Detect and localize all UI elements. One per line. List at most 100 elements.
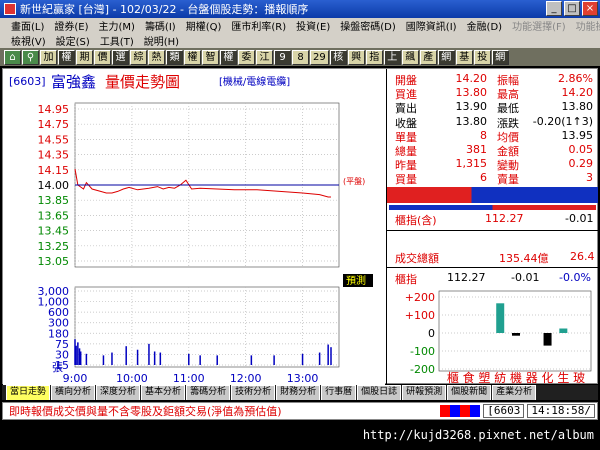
- tab[interactable]: 深度分析: [96, 385, 141, 400]
- sector-tick-label: +100: [405, 309, 435, 322]
- forecast-button[interactable]: 預測: [346, 274, 366, 287]
- toolbar-button[interactable]: 熱: [148, 49, 165, 65]
- quote-row: 單量 8 均價 13.95: [387, 129, 597, 144]
- stock-code-box[interactable]: [6603: [483, 404, 525, 418]
- tab[interactable]: 橫向分析: [51, 385, 96, 400]
- turnover-value: 135.44億: [499, 252, 549, 265]
- tab[interactable]: 個股新聞: [447, 385, 492, 400]
- toolbar-button[interactable]: 9: [274, 49, 291, 65]
- menu-item[interactable]: 設定(S): [51, 33, 95, 48]
- toolbar-button[interactable]: 核: [329, 49, 347, 65]
- quote-label: 買量: [395, 173, 417, 187]
- quote-value: 13.90: [455, 100, 488, 114]
- price-volume-chart: [6603] 富強鑫 量價走勢圖 [機械/電線電纜] 14.95 14.75 14.…: [3, 69, 385, 385]
- industry-tag: [機械/電線電纜]: [219, 75, 290, 88]
- menu-item[interactable]: 期權(Q): [181, 18, 227, 33]
- time-tick-label: 9:00: [63, 372, 88, 385]
- sector-bar: [512, 333, 520, 336]
- toolbar-button[interactable]: 飆: [401, 49, 419, 65]
- toolbar-button[interactable]: 權: [184, 49, 201, 65]
- reference-label: (平盤): [343, 176, 365, 186]
- quote-row: 買進 13.80 最高 14.20: [387, 86, 597, 101]
- time-tick-label: 12:00: [230, 372, 262, 385]
- close-button[interactable]: ×: [582, 1, 598, 16]
- toolbar-button[interactable]: 投: [473, 49, 491, 65]
- toolbar: ⌂ ⚲ 加權期價選綜熱類權智權委江 9 8 29 核興指上飆產網基投網: [0, 48, 600, 66]
- toolbar-button[interactable]: 選: [112, 49, 129, 65]
- menu-item[interactable]: 匯市利率(R): [226, 18, 291, 33]
- tab[interactable]: 產業分析: [492, 385, 537, 400]
- sector-label: 化: [542, 371, 554, 385]
- price-tick-label: 14.55: [38, 133, 70, 146]
- menu-item[interactable]: 證券(E): [49, 18, 93, 33]
- quote-row: 收盤 13.80 漲跌 -0.20(1↑3): [387, 115, 597, 130]
- quote-row: 昨量 1,315 變動 0.29: [387, 157, 597, 172]
- price-tick-label: 13.65: [38, 209, 70, 222]
- sector-bar: [543, 333, 552, 346]
- toolbar-button[interactable]: 江: [256, 49, 273, 65]
- quote-value: 13.80: [455, 86, 488, 100]
- toolbar-button[interactable]: 興: [347, 49, 365, 65]
- menu-row-2: 檢視(V) 設定(S) 工具(T) 說明(H): [0, 33, 600, 48]
- menu-item[interactable]: 投資(E): [291, 18, 335, 33]
- toolbar-button[interactable]: 上: [383, 49, 401, 65]
- quote-label: 賣量: [497, 173, 519, 187]
- menu-item[interactable]: 金融(D): [462, 18, 508, 33]
- stock-name: 富強鑫: [51, 73, 96, 91]
- toolbar-button[interactable]: 產: [419, 49, 437, 65]
- toolbar-button[interactable]: 期: [76, 49, 93, 65]
- menu-item[interactable]: 說明(H): [139, 33, 184, 48]
- index-value: 112.27: [485, 212, 524, 225]
- menu-item[interactable]: 工具(T): [95, 33, 139, 48]
- toolbar-button[interactable]: 綜: [130, 49, 147, 65]
- toolbar-button[interactable]: 指: [365, 49, 383, 65]
- maximize-button[interactable]: □: [564, 1, 580, 16]
- tab[interactable]: 技術分析: [231, 385, 276, 400]
- quote-value: 1,315: [455, 157, 488, 171]
- bid-ask-ratio-bar: [389, 205, 596, 210]
- menu-item[interactable]: 主力(M): [94, 18, 140, 33]
- toolbar-button[interactable]: 基: [455, 49, 473, 65]
- tab[interactable]: 個股日誌: [357, 385, 402, 400]
- index-label: 櫃指(含): [395, 214, 437, 227]
- time-tick-label: 13:00: [287, 372, 319, 385]
- menu-row-1: 畫面(L) 證券(E) 主力(M) 籌碼(I) 期權(Q) 匯市利率(R) 投資(E) 操盤密…: [0, 18, 600, 33]
- menu-item[interactable]: 檢視(V): [6, 33, 51, 48]
- price-tick-label: 14.15: [38, 164, 70, 177]
- divider: [387, 230, 598, 231]
- tab[interactable]: 研報預測: [402, 385, 447, 400]
- tab[interactable]: 當日走勢: [6, 385, 51, 400]
- toolbar-button[interactable]: 29: [310, 49, 329, 65]
- home-icon[interactable]: ⌂: [4, 49, 21, 65]
- toolbar-button[interactable]: 智: [202, 49, 219, 65]
- menu-item[interactable]: 功能操作(J): [571, 18, 600, 33]
- toolbar-button[interactable]: 網: [491, 49, 509, 65]
- menu-item[interactable]: 操盤密碼(D): [335, 18, 401, 33]
- toolbar-button[interactable]: 委: [238, 49, 255, 65]
- divider: [387, 267, 598, 268]
- menu-item[interactable]: 籌碼(I): [140, 18, 181, 33]
- toolbar-button[interactable]: 加: [40, 49, 57, 65]
- price-tick-label: 13.05: [38, 255, 70, 268]
- menu-item[interactable]: 畫面(L): [6, 18, 49, 33]
- toolbar-button[interactable]: 網: [437, 49, 455, 65]
- tab[interactable]: 籌碼分析: [186, 385, 231, 400]
- status-right: [6603 14:18:58/: [440, 404, 595, 418]
- quote-value: 14.20: [455, 72, 488, 85]
- toolbar-button[interactable]: 8: [292, 49, 309, 65]
- search-icon[interactable]: ⚲: [22, 49, 39, 65]
- minimize-button[interactable]: _: [546, 1, 562, 16]
- quote-value: 14.20: [561, 86, 594, 100]
- mini-index-value: 112.27: [447, 271, 486, 284]
- tab[interactable]: 基本分析: [141, 385, 186, 400]
- toolbar-button[interactable]: 類: [166, 49, 183, 65]
- menu-item[interactable]: 國際資訊(I): [401, 18, 462, 33]
- sector-tick-label: -200: [410, 363, 435, 376]
- toolbar-button[interactable]: 權: [58, 49, 75, 65]
- title-bar: 新世紀贏家 [台灣] - 102/03/22 - 台盤個股走勢：播報順序 _ □…: [0, 0, 600, 18]
- tab[interactable]: 財務分析: [276, 385, 321, 400]
- toolbar-button[interactable]: 權: [220, 49, 237, 65]
- tab[interactable]: 行事曆: [321, 385, 357, 400]
- toolbar-button[interactable]: 價: [94, 49, 111, 65]
- menu-item[interactable]: 功能選擇(F): [507, 18, 571, 33]
